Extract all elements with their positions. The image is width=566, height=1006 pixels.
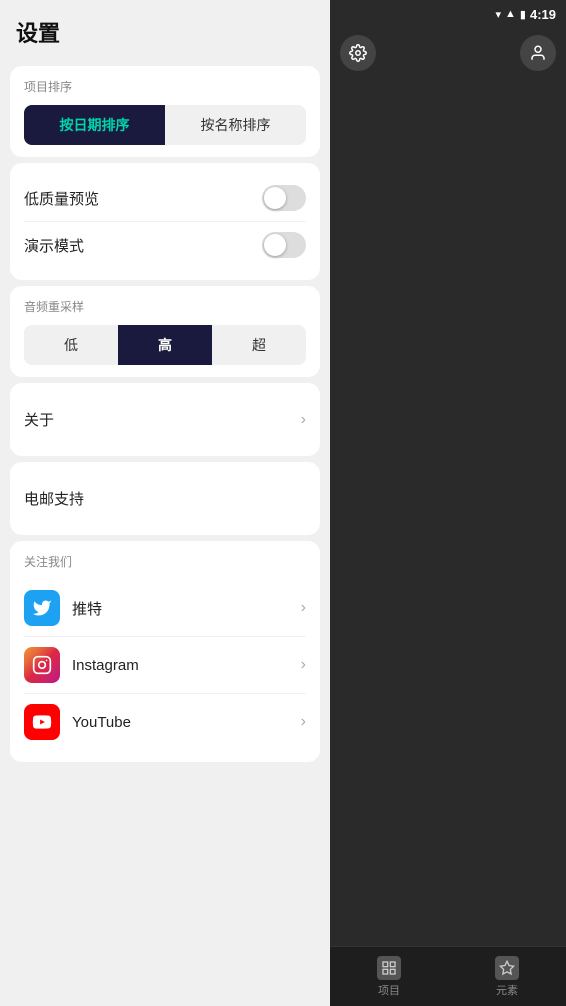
twitter-row[interactable]: 推特 › [24,580,306,636]
email-support-section: 电邮支持 [10,462,320,535]
status-bar: ▾ ▲ ▮ 4:19 [495,0,566,28]
follow-section: 关注我们 推特 › Instagram › [10,541,320,762]
low-quality-toggle[interactable] [262,185,306,211]
about-row[interactable]: 关于 › [24,395,306,444]
tab-elements-label: 元素 [496,982,518,998]
email-row[interactable]: 电邮支持 [24,474,306,523]
page-title: 设置 [0,0,330,60]
settings-icon-right[interactable] [340,35,376,71]
settings-panel: 设置 项目排序 按日期排序 按名称排序 低质量预览 演示模式 音频重采样 低 高… [0,0,330,1006]
instagram-logo [24,647,60,683]
about-section: 关于 › [10,383,320,456]
battery-icon: ▮ [520,8,526,21]
toggles-section: 低质量预览 演示模式 [10,163,320,280]
instagram-row[interactable]: Instagram › [24,636,306,693]
signal-icon: ▲ [505,8,516,20]
sort-by-name-button[interactable]: 按名称排序 [165,105,306,145]
sort-buttons-group: 按日期排序 按名称排序 [24,105,306,145]
about-label: 关于 [24,409,54,430]
projects-tab-icon [377,956,401,980]
tab-elements[interactable]: 元素 [495,956,519,998]
resample-high-button[interactable]: 高 [118,325,212,365]
elements-tab-icon [495,956,519,980]
right-panel: ▾ ▲ ▮ 4:19 [330,0,566,1006]
youtube-row[interactable]: YouTube › [24,693,306,750]
status-time: 4:19 [530,7,556,22]
twitter-label: 推特 [72,598,289,619]
right-bottom-tabs: 项目 元素 [330,946,566,1006]
instagram-label: Instagram [72,657,289,674]
profile-icon[interactable] [520,35,556,71]
resample-buttons-group: 低 高 超 [24,325,306,365]
tab-projects[interactable]: 项目 [377,956,401,998]
audio-resample-section: 音频重采样 低 高 超 [10,286,320,377]
twitter-logo [24,590,60,626]
youtube-logo [24,704,60,740]
email-label: 电邮支持 [24,488,84,509]
resample-ultra-button[interactable]: 超 [212,325,306,365]
sort-by-date-button[interactable]: 按日期排序 [24,105,165,145]
demo-mode-label: 演示模式 [24,235,84,256]
follow-section-label: 关注我们 [24,553,306,570]
youtube-label: YouTube [72,714,289,731]
demo-mode-toggle[interactable] [262,232,306,258]
sort-section: 项目排序 按日期排序 按名称排序 [10,66,320,157]
sort-section-label: 项目排序 [24,78,306,95]
audio-resample-label: 音频重采样 [24,298,306,315]
resample-low-button[interactable]: 低 [24,325,118,365]
tab-projects-label: 项目 [378,982,400,998]
demo-mode-toggle-row: 演示模式 [24,221,306,268]
twitter-chevron-icon: › [301,599,306,617]
instagram-chevron-icon: › [301,656,306,674]
youtube-chevron-icon: › [301,713,306,731]
wifi-icon: ▾ [495,8,501,21]
about-chevron-icon: › [301,411,306,429]
low-quality-label: 低质量预览 [24,188,99,209]
low-quality-toggle-row: 低质量预览 [24,175,306,221]
